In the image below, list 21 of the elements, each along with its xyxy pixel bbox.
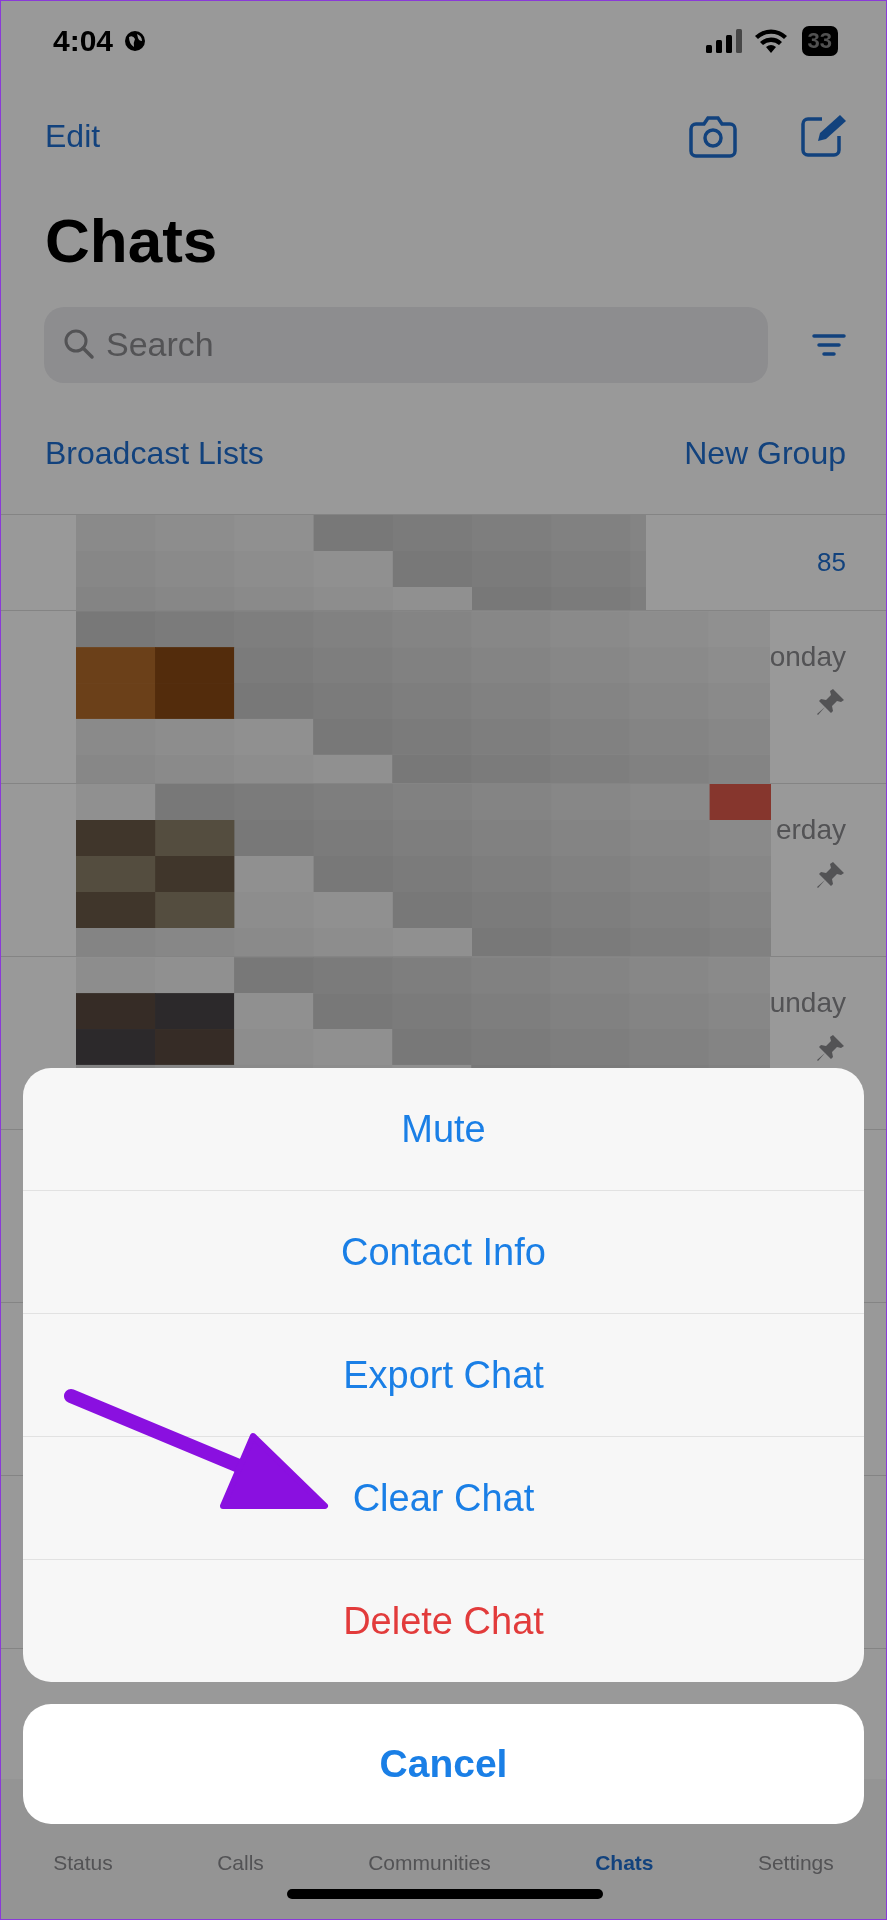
- archived-count: 85: [817, 547, 846, 578]
- action-item[interactable]: Contact Info: [23, 1191, 864, 1314]
- chat-time: erday: [775, 814, 846, 846]
- action-item[interactable]: Delete Chat: [23, 1560, 864, 1682]
- new-group-link[interactable]: New Group: [684, 434, 846, 472]
- chat-time: onday: [769, 641, 846, 673]
- page-title: Chats: [44, 205, 219, 277]
- tab-item[interactable]: Calls: [217, 1851, 264, 1919]
- broadcast-lists-link[interactable]: Broadcast Lists: [45, 434, 264, 472]
- action-item[interactable]: Export Chat: [23, 1314, 864, 1437]
- tab-item[interactable]: Chats: [595, 1851, 654, 1919]
- cancel-button[interactable]: Cancel: [23, 1704, 864, 1824]
- edit-button[interactable]: Edit: [45, 117, 101, 155]
- tab-item[interactable]: Settings: [757, 1851, 834, 1919]
- tab-item[interactable]: Status: [53, 1851, 113, 1919]
- chat-time: unday: [769, 987, 846, 1019]
- action-item[interactable]: Mute: [23, 1068, 864, 1191]
- battery-indicator: 33: [801, 26, 838, 56]
- search-field[interactable]: Search: [44, 306, 768, 383]
- tab-item[interactable]: Communities: [368, 1851, 491, 1919]
- status-time: 4:04: [53, 24, 114, 58]
